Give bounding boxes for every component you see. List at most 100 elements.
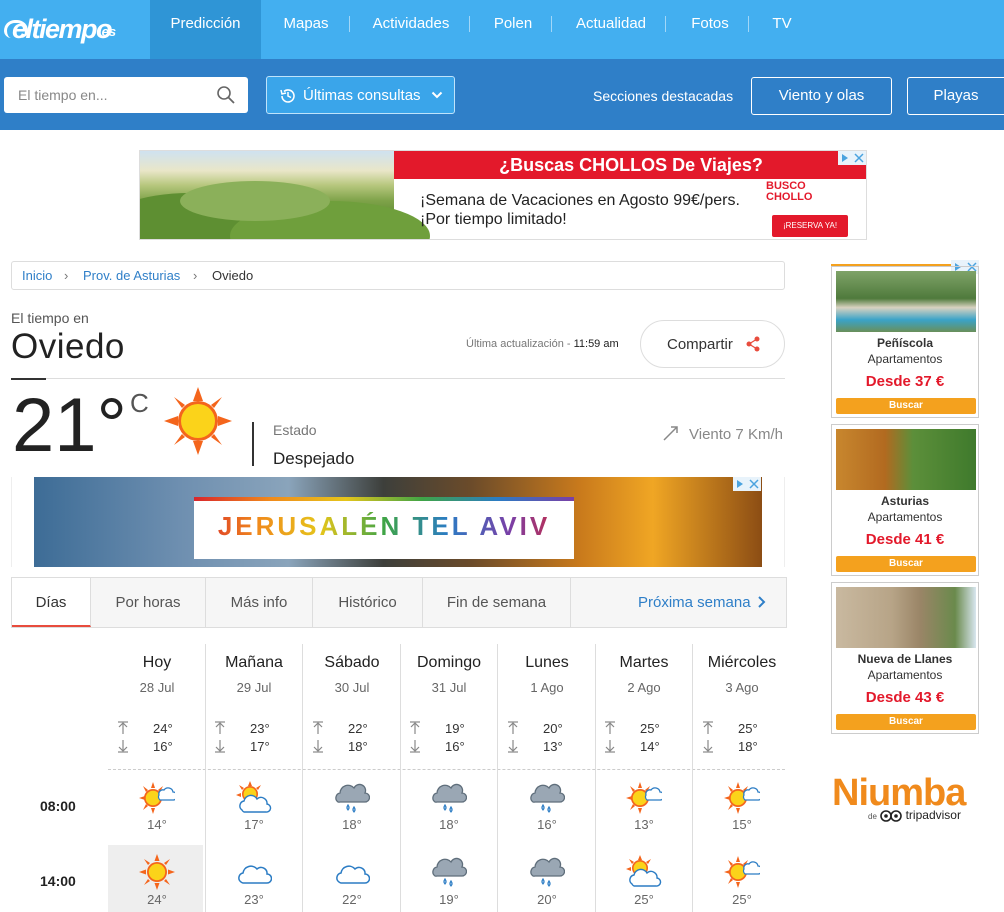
day-name: Domingo bbox=[416, 654, 482, 671]
chevron-right-icon: › bbox=[64, 268, 69, 283]
day-column[interactable]: Martes 2 Ago 25° 14° 13° 25° bbox=[595, 644, 693, 912]
min-temperature: 16° bbox=[153, 739, 173, 754]
adchoices-icon[interactable] bbox=[838, 151, 866, 165]
condition-value: Despejado bbox=[273, 449, 355, 468]
share-label: Compartir bbox=[667, 336, 733, 353]
breadcrumb-inicio[interactable]: Inicio bbox=[22, 268, 52, 283]
day-name: Sábado bbox=[324, 654, 380, 671]
wind-speed: Viento 7 Km/h bbox=[689, 426, 783, 443]
ad-body: ¡Semana de Vacaciones en Agosto 99€/pers… bbox=[420, 192, 740, 228]
day-name: Hoy bbox=[142, 654, 172, 671]
cloud-icon bbox=[336, 865, 370, 884]
min-temperature: 13° bbox=[543, 739, 563, 754]
search-input[interactable] bbox=[4, 77, 248, 113]
tab-dias[interactable]: Días bbox=[12, 578, 91, 627]
tripadvisor-logo: de tripadvisor bbox=[868, 808, 961, 822]
day-column[interactable]: Lunes 1 Ago 20° 13° 16° 20° bbox=[498, 644, 596, 912]
day-date: 2 Ago bbox=[627, 680, 661, 695]
rain-cloud-icon bbox=[432, 783, 467, 813]
nav-tv[interactable]: TV bbox=[762, 0, 802, 59]
arrow-down-icon bbox=[215, 740, 225, 753]
wind-waves-button[interactable]: Viento y olas bbox=[751, 77, 892, 115]
sun-cloud-icon bbox=[724, 856, 760, 888]
search-button[interactable]: Buscar bbox=[836, 398, 976, 414]
nav-actualidad[interactable]: Actualidad bbox=[563, 0, 659, 59]
tab-por-horas[interactable]: Por horas bbox=[91, 578, 206, 627]
tab-fin-de-semana[interactable]: Fin de semana bbox=[423, 578, 571, 627]
ad-landscape-image bbox=[140, 151, 430, 239]
site-logo[interactable]: eltiempo .es bbox=[4, 6, 132, 50]
adchoices-icon[interactable] bbox=[733, 477, 761, 491]
breadcrumb-provincia[interactable]: Prov. de Asturias bbox=[83, 268, 180, 283]
side-ad-peniscola[interactable]: Peñíscola Apartamentos Desde 37 € Buscar bbox=[831, 266, 979, 418]
side-ad-asturias[interactable]: Asturias Apartamentos Desde 41 € Buscar bbox=[831, 424, 979, 576]
middle-banner-ad[interactable]: JERUSALÉN TEL AVIV bbox=[34, 477, 762, 567]
day-column[interactable]: Mañana 29 Jul 23° 17° 17° 23° bbox=[205, 644, 303, 912]
hour-temperature: 14° bbox=[147, 817, 167, 832]
search-button[interactable]: Buscar bbox=[836, 714, 976, 730]
wind-direction-icon bbox=[663, 426, 678, 441]
nav-actividades[interactable]: Actividades bbox=[358, 0, 464, 59]
sun-cloud-icon bbox=[626, 782, 662, 814]
arrow-up-icon bbox=[313, 721, 323, 734]
max-temperature: 23° bbox=[250, 721, 270, 736]
nav-prediccion[interactable]: Predicción bbox=[150, 0, 261, 59]
arrow-up-icon bbox=[215, 721, 225, 734]
hour-temperature: 20° bbox=[537, 892, 557, 907]
tab-historico[interactable]: Histórico bbox=[313, 578, 423, 627]
share-icon bbox=[746, 336, 760, 352]
chevron-right-icon: › bbox=[193, 268, 198, 283]
hour-temperature: 25° bbox=[634, 892, 654, 907]
arrow-down-icon bbox=[118, 740, 128, 753]
recent-searches-dropdown[interactable]: Últimas consultas bbox=[266, 76, 455, 114]
search-button[interactable]: Buscar bbox=[836, 556, 976, 572]
breadcrumb-current: Oviedo bbox=[212, 268, 254, 283]
rain-cloud-icon bbox=[335, 783, 370, 813]
ad-text: JERUSALÉN TEL AVIV bbox=[194, 511, 574, 542]
side-ad-nueva-de-llanes[interactable]: Nueva de Llanes Apartamentos Desde 43 € … bbox=[831, 582, 979, 734]
arrow-up-icon bbox=[703, 721, 713, 734]
day-column[interactable]: Domingo 31 Jul 19° 16° 18° 19° bbox=[400, 644, 498, 912]
rain-cloud-icon bbox=[432, 857, 467, 887]
ad-cta-button[interactable]: ¡RESERVA YA! bbox=[772, 215, 848, 237]
arrow-down-icon bbox=[410, 740, 420, 753]
hour-temperature: 18° bbox=[342, 817, 362, 832]
arrow-up-icon bbox=[410, 721, 420, 734]
day-column[interactable]: Miércoles 3 Ago 25° 18° 15° 25° bbox=[693, 644, 791, 912]
partly-cloudy-icon bbox=[236, 781, 272, 813]
hour-temperature: 13° bbox=[634, 817, 654, 832]
top-banner-ad[interactable]: ¿Buscas CHOLLOS De Viajes? ¡Semana de Va… bbox=[139, 150, 867, 240]
tab-mas-info[interactable]: Más info bbox=[206, 578, 313, 627]
history-icon bbox=[280, 89, 295, 103]
top-nav: eltiempo .es Predicción Mapas Actividade… bbox=[0, 0, 1004, 59]
max-temperature: 25° bbox=[640, 721, 660, 736]
hour-temperature: 24° bbox=[147, 892, 167, 907]
share-button[interactable]: Compartir bbox=[640, 320, 785, 368]
nav-divider bbox=[665, 16, 666, 32]
arrow-up-icon bbox=[118, 721, 128, 734]
max-temperature: 22° bbox=[348, 721, 368, 736]
ad-headline: ¿Buscas CHOLLOS De Viajes? bbox=[394, 151, 866, 179]
hour-temperature: 23° bbox=[244, 892, 264, 907]
day-date: 3 Ago bbox=[725, 680, 759, 695]
ad-photo bbox=[836, 271, 976, 332]
max-temperature: 19° bbox=[445, 721, 465, 736]
nav-divider bbox=[349, 16, 350, 32]
arrow-down-icon bbox=[313, 740, 323, 753]
sun-cloud-icon bbox=[724, 782, 760, 814]
breadcrumb: Inicio › Prov. de Asturias › Oviedo bbox=[11, 261, 785, 290]
search-icon[interactable] bbox=[216, 85, 236, 105]
nav-fotos[interactable]: Fotos bbox=[680, 0, 740, 59]
min-temperature: 16° bbox=[445, 739, 465, 754]
nav-polen[interactable]: Polen bbox=[480, 0, 546, 59]
day-column[interactable]: Sábado 30 Jul 22° 18° 18° 22° bbox=[303, 644, 401, 912]
page-title: Oviedo bbox=[11, 327, 125, 366]
chevron-right-icon bbox=[758, 596, 766, 608]
featured-sections-label: Secciones destacadas bbox=[593, 88, 734, 104]
beaches-button[interactable]: Playas bbox=[907, 77, 1004, 115]
day-date: 29 Jul bbox=[236, 680, 272, 695]
day-column[interactable]: Hoy 28 Jul 24° 16° 14° 24° bbox=[108, 644, 206, 912]
next-week-link[interactable]: Próxima semana bbox=[638, 578, 767, 627]
nav-mapas[interactable]: Mapas bbox=[270, 0, 342, 59]
arrow-down-icon bbox=[703, 740, 713, 753]
